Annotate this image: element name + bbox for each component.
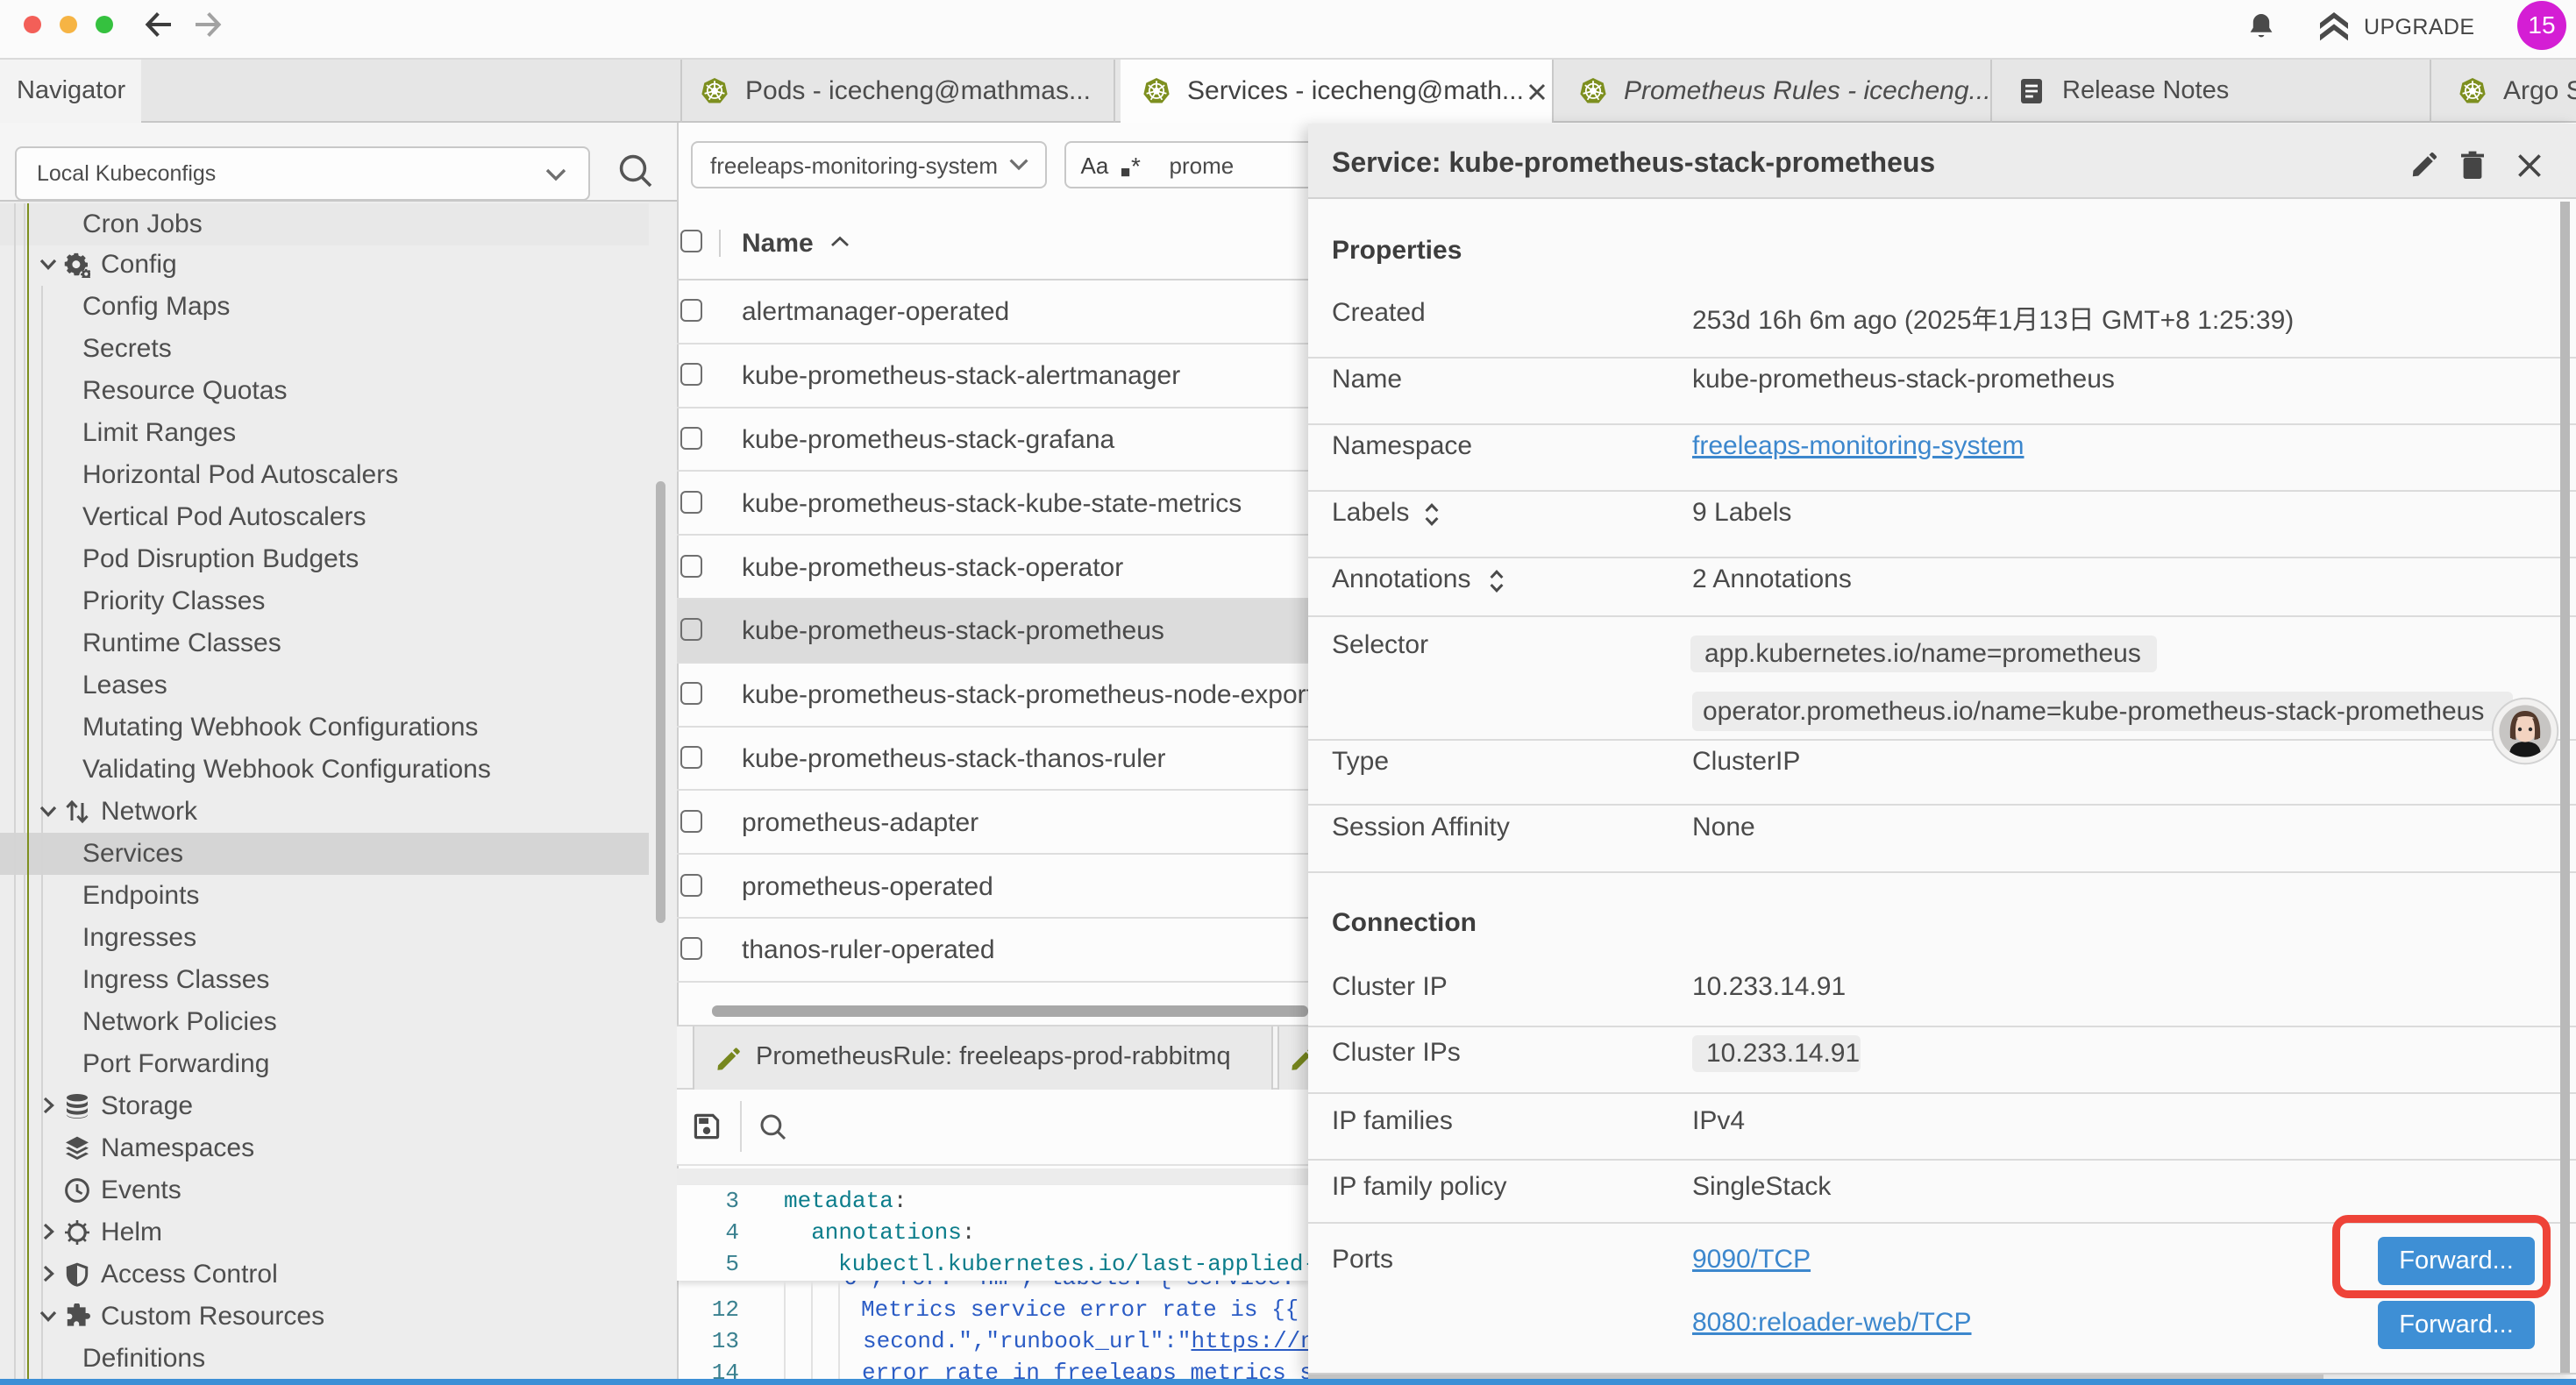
svg-text:*: * <box>1131 156 1141 179</box>
